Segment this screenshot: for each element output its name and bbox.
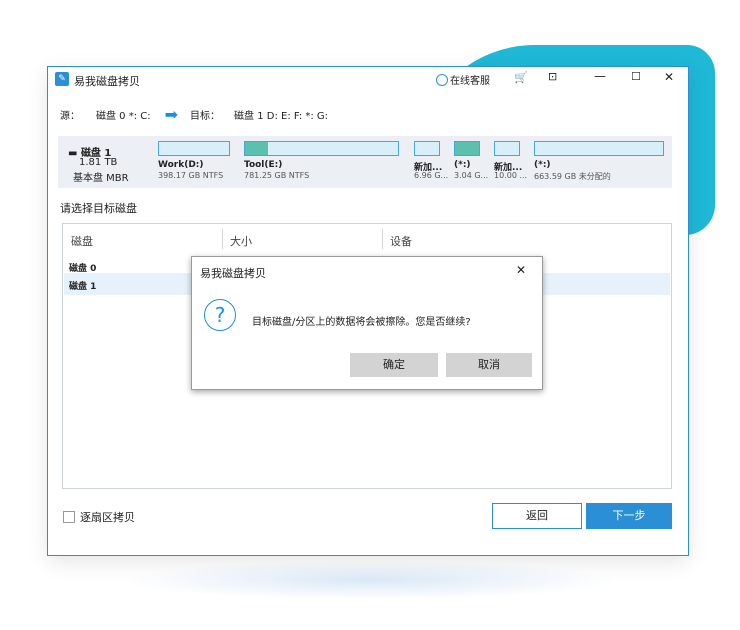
partition-detail: 398.17 GB NTFS — [158, 171, 224, 180]
cart-icon[interactable]: 🛒 — [514, 71, 528, 84]
column-header-disk[interactable]: 磁盘 — [71, 233, 93, 249]
partition-detail: 781.25 GB NTFS — [244, 171, 310, 180]
dialog-ok-button[interactable]: 确定 — [350, 353, 438, 377]
partition-bar[interactable] — [244, 141, 399, 156]
disk-row-1[interactable]: 磁盘 1 — [69, 279, 96, 292]
source-value: 磁盘 0 *: C: — [96, 111, 151, 122]
partition-name: (*:) — [454, 160, 471, 170]
column-separator — [222, 229, 223, 249]
disk-size: 1.81 TB — [79, 157, 118, 168]
target-value: 磁盘 1 D: E: F: *: G: — [234, 111, 329, 122]
partition-bar[interactable] — [534, 141, 664, 156]
partition-bar[interactable] — [414, 141, 440, 156]
window-title: 易我磁盘拷贝 — [74, 75, 140, 88]
minimize-button[interactable]: — — [594, 69, 606, 83]
app-logo-icon: ✎ — [55, 72, 69, 86]
arrow-right-icon: ➡ — [164, 104, 179, 124]
partition-name: Tool(E:) — [244, 160, 283, 170]
partition-usage-fill — [245, 142, 268, 155]
sector-copy-checkbox[interactable] — [63, 511, 75, 523]
column-header-size[interactable]: 大小 — [230, 233, 252, 249]
dialog-message: 目标磁盘/分区上的数据将会被擦除。您是否继续? — [252, 317, 471, 328]
source-label: 源： — [60, 111, 80, 122]
partition-bar[interactable] — [494, 141, 520, 156]
partition-detail: 3.04 G... — [454, 171, 489, 180]
column-separator — [382, 229, 383, 249]
partition-name: Work(D:) — [158, 160, 204, 170]
decorative-glow — [120, 560, 620, 600]
disk-layout-panel: ▬ 磁盘 1 1.81 TB 基本盘 MBR Work(D:) 398.17 G… — [58, 136, 672, 188]
target-label: 目标： — [190, 111, 221, 122]
chat-icon — [436, 73, 448, 86]
partition-detail: 10.00 ... — [494, 171, 528, 180]
partition-bar[interactable] — [454, 141, 480, 156]
dialog-title: 易我磁盘拷贝 — [200, 267, 266, 280]
partition-bar[interactable] — [158, 141, 230, 156]
window-options-icon[interactable]: ⊡ — [548, 70, 557, 83]
choose-target-heading: 请选择目标磁盘 — [60, 202, 137, 215]
question-icon: ? — [204, 299, 236, 331]
title-bar: ✎ 易我磁盘拷贝 在线客服 🛒 ⊡ — ☐ ✕ — [48, 67, 688, 93]
disk-type: 基本盘 MBR — [73, 173, 129, 184]
dialog-close-button[interactable]: ✕ — [516, 263, 526, 277]
next-button[interactable]: 下一步 — [586, 503, 672, 529]
close-button[interactable]: ✕ — [664, 70, 674, 84]
dialog-cancel-button[interactable]: 取消 — [446, 353, 532, 377]
confirm-dialog: 易我磁盘拷贝 ✕ ? 目标磁盘/分区上的数据将会被擦除。您是否继续? 确定 取消 — [191, 256, 543, 390]
partition-detail: 663.59 GB 未分配的 — [534, 172, 611, 181]
online-service-button[interactable]: 在线客服 — [436, 72, 490, 87]
sector-copy-label: 逐扇区拷贝 — [80, 511, 135, 524]
partition-detail: 6.96 G... — [414, 171, 449, 180]
online-service-label: 在线客服 — [450, 76, 490, 87]
partition-usage-fill — [455, 142, 479, 155]
source-target-line: 源： 磁盘 0 *: C: ➡ 目标： 磁盘 1 D: E: F: *: G: — [60, 104, 329, 124]
back-button[interactable]: 返回 — [492, 503, 582, 529]
partition-name: (*:) — [534, 160, 551, 170]
column-header-device[interactable]: 设备 — [390, 233, 412, 249]
maximize-button[interactable]: ☐ — [631, 70, 641, 83]
